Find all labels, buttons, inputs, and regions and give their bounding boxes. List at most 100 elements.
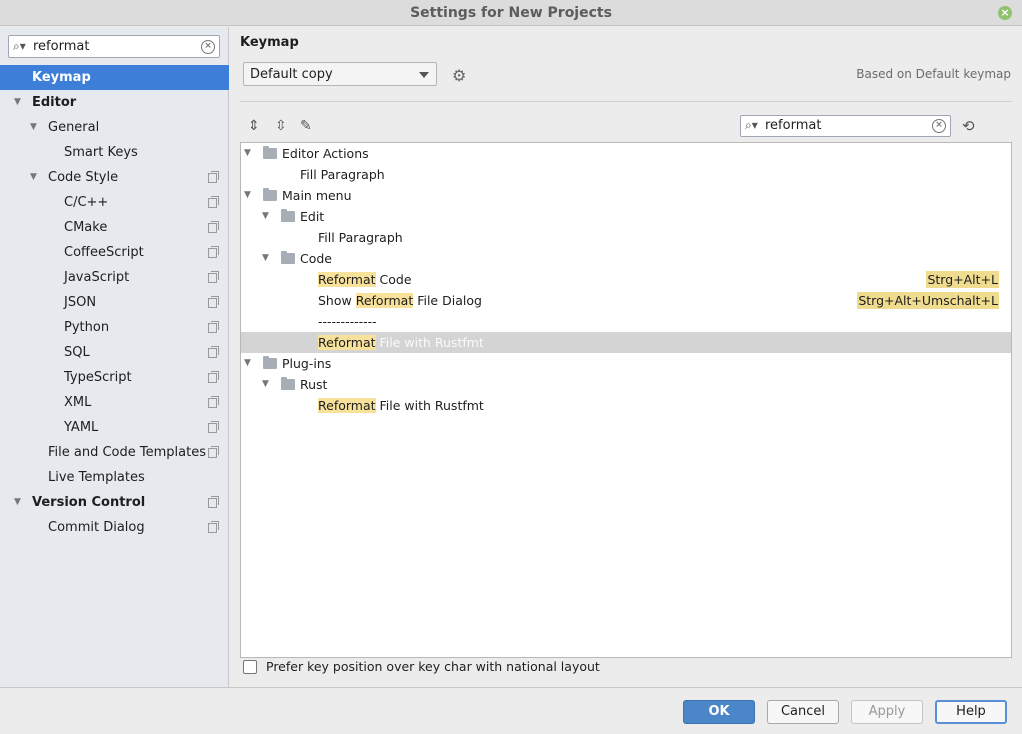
close-icon[interactable]: × <box>998 6 1012 20</box>
tree-row-reformat-file-with-rustfmt[interactable]: Reformat File with Rustfmt <box>241 395 1011 416</box>
project-scope-icon <box>208 346 219 358</box>
project-scope-icon <box>208 371 219 383</box>
sidebar-item-label: Python <box>64 320 110 335</box>
sidebar-item-label: JSON <box>64 295 97 310</box>
chevron-down-icon[interactable]: ▼ <box>262 374 269 395</box>
expand-all-icon[interactable]: ⇕ <box>248 118 260 134</box>
tree-row-label: Editor Actions <box>282 146 369 161</box>
sidebar-item-typescript[interactable]: TypeScript <box>0 365 229 390</box>
sidebar-item-editor[interactable]: ▼ Editor <box>0 90 229 115</box>
sidebar-item-version-control[interactable]: ▼ Version Control <box>0 490 229 515</box>
sidebar-item-live-templates[interactable]: Live Templates <box>0 465 229 490</box>
tree-row-label: Plug-ins <box>282 356 332 371</box>
tree-row-label: Main menu <box>282 188 352 203</box>
sidebar-item-general[interactable]: ▼ General <box>0 115 229 140</box>
tree-row-label: Edit <box>300 209 325 224</box>
search-highlight: Reformat <box>318 335 376 350</box>
keymap-dropdown[interactable]: Default copy <box>243 62 437 86</box>
tree-row-code[interactable]: ▼ Code <box>241 248 1011 269</box>
page-title: Keymap <box>240 35 299 50</box>
find-by-shortcut-icon[interactable]: ⟲ <box>962 117 975 135</box>
tree-row-plugins[interactable]: ▼ Plug-ins <box>241 353 1011 374</box>
folder-icon <box>281 377 295 390</box>
tree-row-main-menu[interactable]: ▼ Main menu <box>241 185 1011 206</box>
sidebar-item-cmake[interactable]: CMake <box>0 215 229 240</box>
tree-row-label-rest: File Dialog <box>413 293 482 308</box>
cancel-button[interactable]: Cancel <box>767 700 839 724</box>
keymap-dropdown-value: Default copy <box>250 67 333 82</box>
chevron-down-icon[interactable]: ▼ <box>262 206 269 227</box>
national-layout-checkbox[interactable] <box>243 660 257 674</box>
tree-row-show-reformat-file-dialog[interactable]: Show Reformat File Dialog Strg+Alt+Umsch… <box>241 290 1011 311</box>
settings-search-input[interactable]: ⌕▾ reformat × <box>8 35 220 58</box>
sidebar-item-code-style[interactable]: ▼ Code Style <box>0 165 229 190</box>
chevron-down-icon[interactable]: ▼ <box>30 115 37 140</box>
help-button[interactable]: Help <box>935 700 1007 724</box>
project-scope-icon <box>208 446 219 458</box>
sidebar-item-label: Smart Keys <box>64 145 138 160</box>
project-scope-icon <box>208 196 219 208</box>
sidebar-item-label: Commit Dialog <box>48 520 145 535</box>
chevron-down-icon[interactable]: ▼ <box>30 165 37 190</box>
chevron-down-icon[interactable]: ▼ <box>244 143 251 164</box>
project-scope-icon <box>208 521 219 533</box>
sidebar-item-label: Code Style <box>48 170 119 185</box>
tree-row-label: Fill Paragraph <box>300 167 385 182</box>
sidebar-item-smart-keys[interactable]: Smart Keys <box>0 140 229 165</box>
sidebar-item-xml[interactable]: XML <box>0 390 229 415</box>
tree-row-reformat-file-with-rustfmt[interactable]: Reformat File with Rustfmt <box>241 332 1011 353</box>
tree-row-reformat-code[interactable]: Reformat Code Strg+Alt+L <box>241 269 1011 290</box>
chevron-down-icon[interactable]: ▼ <box>262 248 269 269</box>
shortcut-badge: Strg+Alt+Umschalt+L <box>857 292 999 309</box>
sidebar-item-python[interactable]: Python <box>0 315 229 340</box>
sidebar-item-json[interactable]: JSON <box>0 290 229 315</box>
sidebar-item-coffeescript[interactable]: CoffeeScript <box>0 240 229 265</box>
sidebar-item-keymap[interactable]: Keymap <box>0 65 229 90</box>
sidebar-item-commit-dialog[interactable]: Commit Dialog <box>0 515 229 540</box>
clear-search-icon[interactable]: × <box>932 119 946 133</box>
sidebar-item-javascript[interactable]: JavaScript <box>0 265 229 290</box>
sidebar-item-label: File and Code Templates <box>48 445 206 460</box>
keymap-search-input[interactable]: ⌕▾ reformat × <box>740 115 951 137</box>
editor-actions-icon <box>263 146 277 159</box>
sidebar-item-sql[interactable]: SQL <box>0 340 229 365</box>
chevron-down-icon[interactable]: ▼ <box>14 490 21 515</box>
clear-search-icon[interactable]: × <box>201 40 215 54</box>
chevron-down-icon[interactable]: ▼ <box>244 185 251 206</box>
project-scope-icon <box>208 321 219 333</box>
chevron-down-icon[interactable]: ▼ <box>14 90 21 115</box>
folder-icon <box>263 356 277 369</box>
tree-row-editor-actions[interactable]: ▼ Editor Actions <box>241 143 1011 164</box>
project-scope-icon <box>208 246 219 258</box>
sidebar-item-label: YAML <box>64 420 99 435</box>
folder-icon <box>281 209 295 222</box>
tree-row-rust[interactable]: ▼ Rust <box>241 374 1011 395</box>
apply-button[interactable]: Apply <box>851 700 923 724</box>
sidebar-item-yaml[interactable]: YAML <box>0 415 229 440</box>
search-icon: ⌕▾ <box>745 118 758 132</box>
divider <box>240 101 1012 102</box>
tree-row-edit[interactable]: ▼ Edit <box>241 206 1011 227</box>
search-highlight: Reformat <box>355 293 414 308</box>
collapse-all-icon[interactable]: ⇳ <box>275 118 287 134</box>
keymap-search-value: reformat <box>765 118 822 133</box>
chevron-down-icon[interactable]: ▼ <box>244 353 251 374</box>
folder-icon <box>281 251 295 264</box>
tree-row-fill-paragraph[interactable]: Fill Paragraph <box>241 227 1011 248</box>
sidebar-item-file-and-code-templates[interactable]: File and Code Templates <box>0 440 229 465</box>
sidebar-item-label: XML <box>64 395 92 410</box>
project-scope-icon <box>208 271 219 283</box>
title-bar: Settings for New Projects × <box>0 0 1022 26</box>
dialog-button-bar: OK Cancel Apply Help <box>0 687 1022 734</box>
ok-button[interactable]: OK <box>683 700 755 724</box>
gear-icon[interactable]: ⚙ <box>452 66 466 85</box>
tree-row-label: Rust <box>300 377 328 392</box>
tree-row-label: ------------- <box>318 314 377 329</box>
project-scope-icon <box>208 296 219 308</box>
sidebar-item-label: CoffeeScript <box>64 245 144 260</box>
tree-row-fill-paragraph[interactable]: Fill Paragraph <box>241 164 1011 185</box>
sidebar-item-cpp[interactable]: C/C++ <box>0 190 229 215</box>
edit-pencil-icon[interactable]: ✎ <box>300 118 312 134</box>
search-highlight: Reformat <box>318 272 376 287</box>
settings-sidebar: ⌕▾ reformat × Keymap ▼ Editor ▼ General … <box>0 27 229 687</box>
